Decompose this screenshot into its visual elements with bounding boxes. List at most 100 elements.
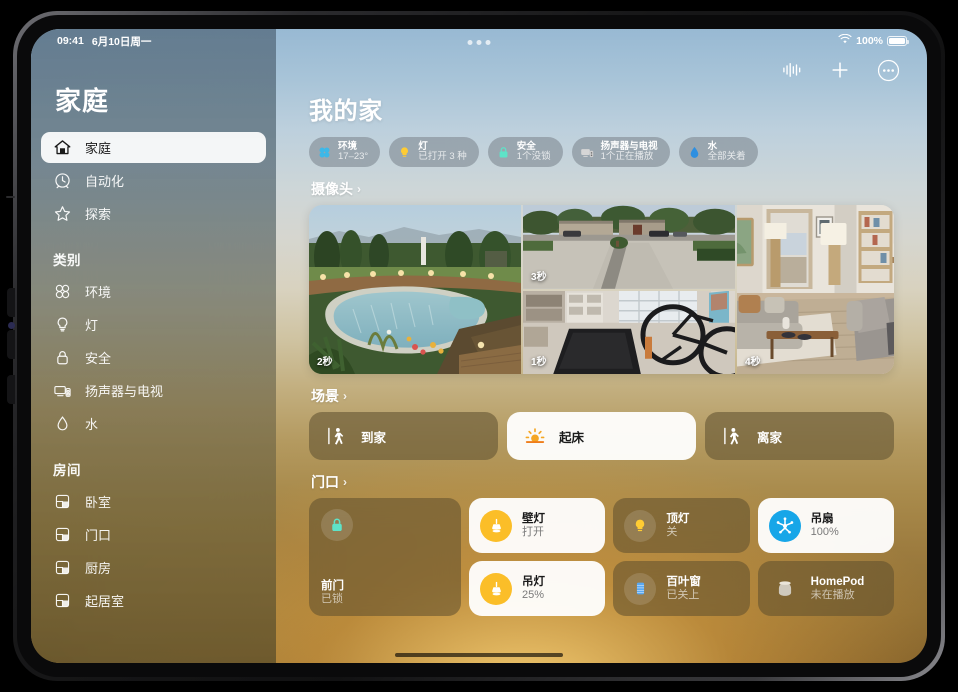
sidebar-item-climate[interactable]: 环境 (41, 276, 266, 307)
sidebar-item-label: 厨房 (85, 561, 112, 576)
accessory-label: HomePod (810, 575, 865, 588)
pill-sublabel: 17–23° (338, 151, 369, 162)
camera-tile-driveway[interactable]: 3秒 (523, 205, 735, 289)
sidebar-categories-header: 类别 (53, 253, 81, 268)
chevron-right-icon: › (343, 389, 347, 403)
scene-arrive-home[interactable]: 到家 (309, 412, 498, 460)
accessory-state: 已锁 (321, 592, 343, 605)
section-title: 场景 (311, 388, 339, 404)
sidebar-item-discover[interactable]: 探索 (41, 198, 266, 229)
status-pill-speakers-tv[interactable]: 扬声器与电视 1个正在播放 (571, 137, 670, 167)
scene-label: 离家 (757, 430, 783, 445)
accessory-tile-ceiling-light[interactable]: 顶灯 关 (613, 498, 750, 553)
water-drop-icon (53, 414, 72, 433)
pill-sublabel: 已打开 3 种 (418, 151, 467, 162)
camera-tile-garage[interactable]: 1秒 (523, 290, 735, 374)
cameras-section-header[interactable]: 摄像头 › (311, 179, 894, 199)
status-time: 09:41 (57, 35, 84, 47)
scene-wake-up[interactable]: 起床 (507, 412, 696, 460)
add-icon[interactable] (827, 57, 853, 83)
lock-icon (496, 145, 511, 160)
sidebar-item-label: 环境 (85, 285, 112, 300)
toolbar (779, 57, 901, 83)
accessories-grid: 前门 已锁 壁灯 打开 顶灯 关 吊扇 100% 吊灯 25% 百叶窗 已关上 … (309, 498, 894, 616)
pill-sublabel: 1个没锁 (516, 151, 551, 162)
water-drop-icon (687, 145, 702, 160)
accessory-tile-ceiling-fan[interactable]: 吊扇 100% (757, 498, 894, 553)
sidebar-item-doorway[interactable]: 门口 (41, 519, 266, 550)
sidebar-item-security[interactable]: 安全 (41, 342, 266, 373)
cameras-grid: 2秒 3秒 1秒 4秒 (309, 205, 894, 374)
sidebar-title: 家庭 (55, 86, 110, 116)
sidebar-item-water[interactable]: 水 (41, 408, 266, 439)
status-bar: 09:41 6月10日周一 100% (31, 29, 927, 53)
sidebar-item-label: 自动化 (85, 174, 125, 189)
accessory-tile-wall-lamp[interactable]: 壁灯 打开 (469, 498, 606, 553)
home-indicator[interactable] (395, 652, 563, 657)
sidebar-item-speakers-tv[interactable]: 扬声器与电视 (41, 375, 266, 406)
house-icon (53, 138, 72, 157)
volume-up-button[interactable] (7, 288, 15, 317)
sidebar-item-home[interactable]: 家庭 (41, 132, 266, 163)
page-title: 我的家 (309, 98, 383, 125)
volume-down-button[interactable] (7, 330, 15, 359)
battery-icon (887, 36, 909, 46)
accessory-label: 前门 (321, 579, 344, 592)
pill-sublabel: 全部关着 (707, 151, 746, 162)
room-icon (53, 492, 72, 511)
sidebar-item-label: 卧室 (85, 495, 112, 510)
fan-icon (53, 282, 72, 301)
accessory-label: 吊灯 (522, 575, 545, 588)
sidebar-item-automation[interactable]: 自动化 (41, 165, 266, 196)
room-icon (53, 525, 72, 544)
pill-sublabel: 1个正在播放 (600, 151, 654, 162)
accessory-state: 未在播放 (810, 588, 855, 601)
status-pill-climate[interactable]: 环境 17–23° (309, 137, 381, 167)
chevron-right-icon: › (357, 182, 361, 196)
sidebar-item-label: 灯 (85, 318, 99, 333)
sidebar-item-bedroom[interactable]: 卧室 (41, 486, 266, 517)
section-title: 门口 (311, 474, 339, 490)
sidebar: 家庭 家庭 自动化 探索 类别 环境 灯 安全 扬声器与电视 水 房间 卧室 门… (31, 29, 276, 663)
camera-timestamp: 1秒 (531, 357, 547, 368)
room-icon (53, 591, 72, 610)
status-pill-security[interactable]: 安全 1个没锁 (487, 137, 563, 167)
audio-waveform-icon[interactable] (779, 57, 805, 83)
camera-column-middle: 3秒 1秒 (523, 205, 735, 374)
person-walk-out-icon (722, 425, 744, 447)
sidebar-item-label: 水 (85, 417, 99, 432)
sidebar-item-kitchen[interactable]: 厨房 (41, 552, 266, 583)
lock-icon (53, 348, 72, 367)
multitasking-dots-icon[interactable] (467, 40, 491, 45)
scene-label: 到家 (361, 430, 387, 445)
power-button[interactable] (7, 375, 15, 404)
status-pill-lights[interactable]: 灯 已打开 3 种 (389, 137, 479, 167)
person-walk-in-icon (326, 425, 348, 447)
scene-leave-home[interactable]: 离家 (705, 412, 894, 460)
sidebar-item-label: 家庭 (85, 141, 112, 156)
doorway-section-header[interactable]: 门口 › (311, 472, 894, 492)
chevron-right-icon: › (343, 475, 347, 489)
camera-timestamp: 2秒 (317, 357, 333, 368)
more-options-icon[interactable] (875, 57, 901, 83)
camera-tile-pool[interactable]: 2秒 (309, 205, 521, 374)
section-title: 摄像头 (311, 181, 353, 197)
accessory-tile-front-door[interactable]: 前门 已锁 (309, 498, 461, 616)
sidebar-item-lights[interactable]: 灯 (41, 309, 266, 340)
camera-tile-living-room[interactable]: 4秒 (737, 205, 894, 374)
accessory-tile-pendant-lamp[interactable]: 吊灯 25% (469, 561, 606, 616)
lock-icon (321, 509, 353, 541)
status-pill-water[interactable]: 水 全部关着 (678, 137, 758, 167)
scenes-section-header[interactable]: 场景 › (311, 386, 894, 406)
accessory-label: 百叶窗 (666, 575, 701, 588)
accessory-tile-homepod[interactable]: HomePod 未在播放 (757, 561, 894, 616)
dot (485, 40, 491, 45)
homepod-icon (769, 573, 801, 605)
accessory-label: 壁灯 (522, 512, 545, 525)
camera-indicator-led (8, 322, 15, 329)
clock-arrow-icon (53, 171, 72, 190)
accessory-tile-blinds[interactable]: 百叶窗 已关上 (613, 561, 750, 616)
speaker-tv-icon (53, 381, 72, 400)
sidebar-item-living-room[interactable]: 起居室 (41, 585, 266, 616)
accessory-state: 打开 (522, 525, 544, 538)
